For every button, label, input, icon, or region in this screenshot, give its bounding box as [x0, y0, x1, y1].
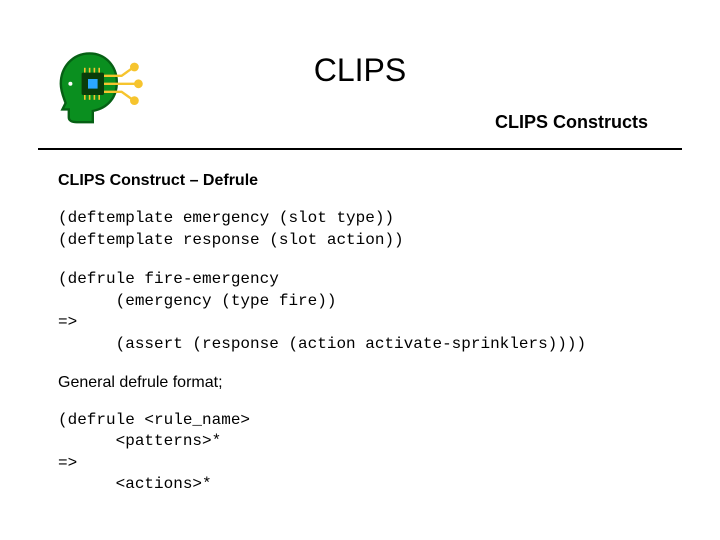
- code-block-general-format: (defrule <rule_name> <patterns>* => <act…: [58, 410, 680, 496]
- header-divider: [38, 148, 682, 150]
- general-format-heading: General defrule format;: [58, 374, 680, 392]
- code-block-defrule: (defrule fire-emergency (emergency (type…: [58, 269, 680, 355]
- code-block-templates: (deftemplate emergency (slot type)) (def…: [58, 208, 680, 251]
- page-subtitle: CLIPS Constructs: [495, 112, 648, 133]
- slide-body: CLIPS Construct – Defrule (deftemplate e…: [58, 172, 680, 514]
- slide-header: CLIPS CLIPS Constructs: [0, 0, 720, 150]
- page-title: CLIPS: [0, 52, 720, 89]
- section-heading: CLIPS Construct – Defrule: [58, 172, 680, 190]
- slide: CLIPS CLIPS Constructs CLIPS Construct –…: [0, 0, 720, 540]
